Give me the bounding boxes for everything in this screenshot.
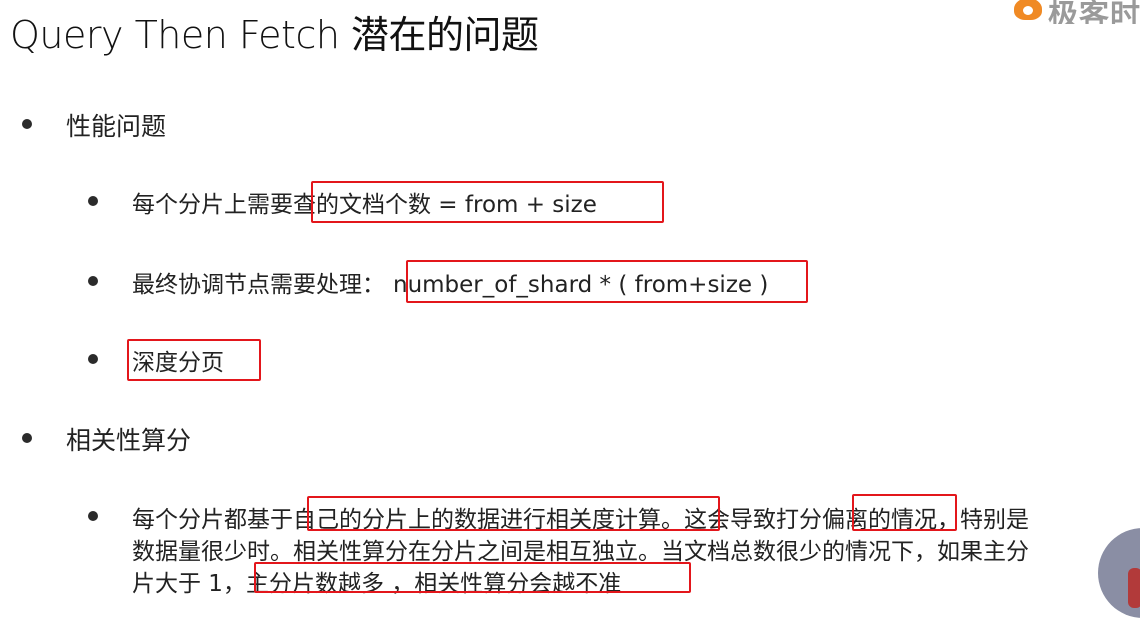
para-text: 片大于 1， [132, 571, 246, 597]
bullet-dot [88, 511, 98, 521]
bullet-relevance: 相关性算分 [66, 426, 192, 455]
brand-logo: 极客时 [1010, 0, 1140, 24]
bullet-performance: 性能问题 [66, 112, 167, 141]
bullet-dot [88, 196, 98, 206]
presenter-avatar [1098, 528, 1140, 618]
bullet-dot [88, 276, 98, 286]
highlight-box [406, 260, 808, 303]
highlight-box [307, 496, 720, 531]
highlight-box [311, 181, 664, 223]
sub-bullet-text: 最终协调节点需要处理： [132, 272, 385, 298]
logo-text: 极客时 [1048, 0, 1140, 24]
bullet-dot [88, 354, 98, 364]
highlight-box [254, 562, 691, 593]
highlight-box [852, 494, 957, 531]
flame-logo-icon [1014, 0, 1042, 20]
sub-bullet-text: 每个分片上需要 [132, 192, 293, 218]
bullet-dot [22, 433, 32, 443]
slide-title: Query Then Fetch 潜在的问题 [10, 13, 539, 57]
bullet-dot [22, 119, 32, 129]
highlight-box [127, 339, 261, 381]
relevance-line-2: 数据量很少时。相关性算分在分片之间是相互独立。当文档总数很少的情况下，如果主分 [132, 539, 1029, 565]
para-text: 每个分片都基于 [132, 507, 293, 533]
